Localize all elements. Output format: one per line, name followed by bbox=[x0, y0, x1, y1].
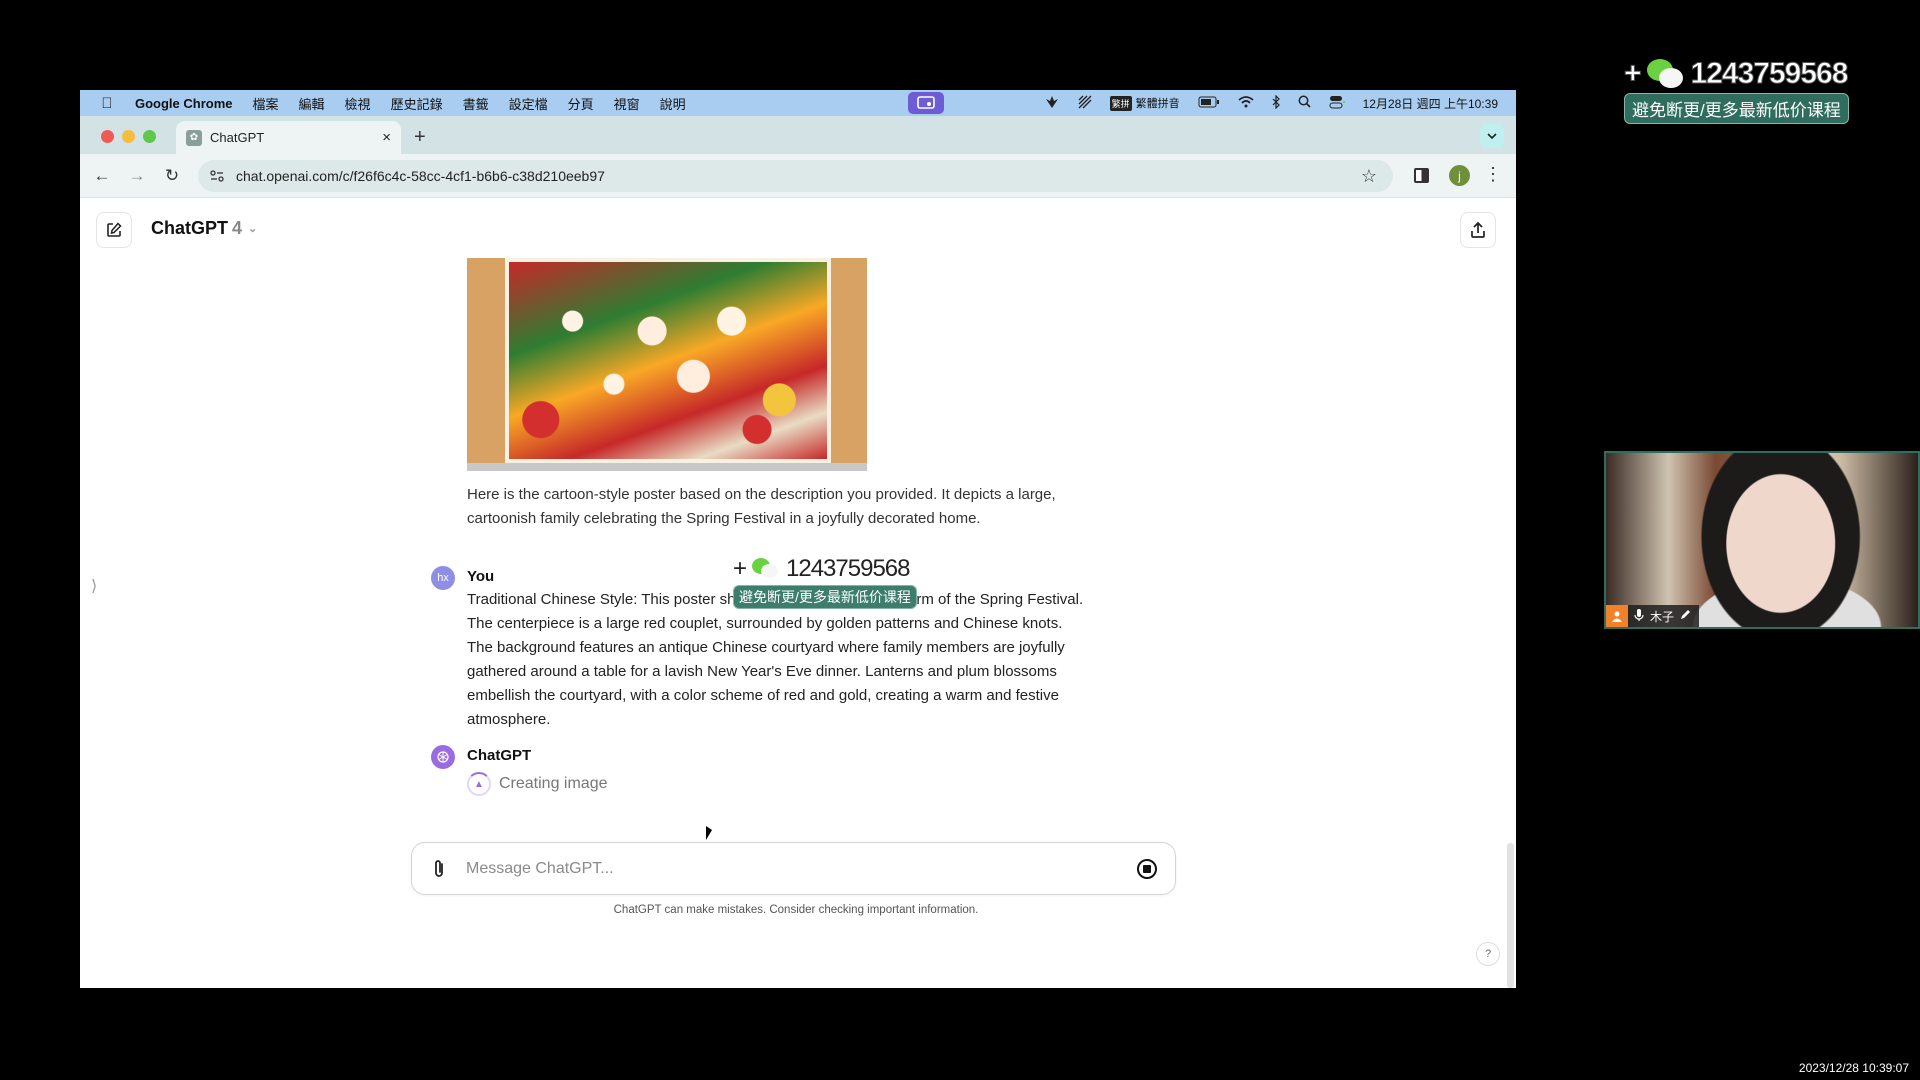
wifi-icon[interactable] bbox=[1238, 95, 1254, 111]
control-center-icon[interactable] bbox=[1329, 95, 1345, 112]
profile-avatar[interactable]: j bbox=[1449, 165, 1470, 186]
tab-title: ChatGPT bbox=[210, 130, 265, 145]
watermark-badge: 避免断更/更多最新低价课程 bbox=[1624, 93, 1849, 124]
input-method-label: 繁體拼音 bbox=[1135, 98, 1180, 110]
tab-search-button[interactable] bbox=[1480, 124, 1504, 148]
openai-favicon-icon: ✿ bbox=[186, 129, 202, 146]
recording-timestamp: 2023/12/28 10:39:07 bbox=[1798, 1061, 1909, 1075]
user-icon bbox=[1606, 605, 1628, 627]
webcam-user-name: 木子 bbox=[1650, 609, 1675, 624]
macos-menu-bar:  Google Chrome 檔案 編輯 檢視 歷史記錄 書籤 設定檔 分頁 … bbox=[80, 90, 1516, 116]
forward-button[interactable]: → bbox=[125, 164, 149, 188]
disclaimer-text: ChatGPT can make mistakes. Consider chec… bbox=[613, 904, 979, 916]
close-tab-icon[interactable]: × bbox=[382, 129, 391, 146]
new-chat-button[interactable] bbox=[96, 212, 132, 248]
stop-generating-button[interactable] bbox=[1137, 859, 1157, 879]
bookmark-star-icon[interactable]: ☆ bbox=[1361, 166, 1377, 187]
microphone-icon bbox=[1634, 608, 1644, 625]
image-generation-spinner-icon: ▲ bbox=[467, 772, 491, 796]
plus-icon: + bbox=[1624, 57, 1642, 91]
status-app-icon[interactable] bbox=[1044, 95, 1060, 112]
paperclip-attach-icon[interactable] bbox=[428, 857, 450, 881]
back-button[interactable]: ← bbox=[90, 164, 114, 188]
window-controls bbox=[101, 130, 156, 143]
menu-edit[interactable]: 編輯 bbox=[299, 94, 325, 113]
menu-help[interactable]: 說明 bbox=[660, 94, 686, 113]
screen-share-icon[interactable] bbox=[908, 92, 944, 114]
tab-chatgpt[interactable]: ✿ ChatGPT × bbox=[176, 121, 401, 154]
menu-bookmarks[interactable]: 書籤 bbox=[463, 94, 489, 113]
menu-bar-clock[interactable]: 12月28日 週四 上午10:39 bbox=[1363, 95, 1498, 112]
input-method-indicator[interactable]: 繁拼 繁體拼音 bbox=[1109, 95, 1180, 111]
webcam-feed: 木子 bbox=[1604, 451, 1920, 629]
menu-window[interactable]: 視窗 bbox=[614, 94, 640, 113]
poster-floor bbox=[467, 463, 867, 471]
menu-profiles[interactable]: 設定檔 bbox=[509, 94, 548, 113]
user-avatar: hx bbox=[431, 566, 455, 590]
browser-tab-strip: ✿ ChatGPT × + bbox=[80, 116, 1516, 154]
pencil-icon bbox=[1680, 609, 1691, 623]
assistant-reply-text: Here is the cartoon-style poster based o… bbox=[467, 486, 1056, 527]
chatgpt-author-label: ChatGPT bbox=[467, 747, 532, 764]
poster-artwork bbox=[509, 262, 827, 459]
page-scrollbar[interactable] bbox=[1507, 843, 1514, 988]
help-button[interactable]: ? bbox=[1476, 942, 1500, 966]
webcam-nameplate: 木子 bbox=[1606, 605, 1700, 627]
watermark-center: + 1243759568 避免断更/更多最新低价课程 bbox=[733, 555, 917, 609]
share-button[interactable] bbox=[1460, 212, 1496, 248]
apple-menu-icon[interactable]:  bbox=[99, 95, 115, 112]
url-text[interactable]: chat.openai.com/c/f26f6c4c-58cc-4cf1-b6b… bbox=[236, 168, 605, 184]
maximize-window-button[interactable] bbox=[143, 130, 156, 143]
poster-frame bbox=[505, 258, 831, 463]
message-composer bbox=[411, 842, 1176, 895]
side-panel-icon[interactable] bbox=[1414, 168, 1429, 183]
bluetooth-icon[interactable] bbox=[1272, 94, 1280, 112]
status-text: Creating image bbox=[499, 775, 608, 792]
watermark-top-right: + 1243759568 避免断更/更多最新低价课程 bbox=[1624, 57, 1869, 124]
menu-tab[interactable]: 分頁 bbox=[568, 94, 594, 113]
model-selector[interactable]: ChatGPT 4 ⌄ bbox=[151, 218, 257, 239]
minimize-window-button[interactable] bbox=[122, 130, 135, 143]
mouse-cursor bbox=[706, 826, 712, 840]
watermark-number: 1243759568 bbox=[786, 555, 910, 582]
new-tab-button[interactable]: + bbox=[414, 126, 426, 149]
watermark-badge: 避免断更/更多最新低价课程 bbox=[733, 585, 917, 609]
screen-recording:  Google Chrome 檔案 編輯 檢視 歷史記錄 書籤 設定檔 分頁 … bbox=[80, 90, 1516, 988]
plus-icon: + bbox=[733, 555, 747, 582]
model-version: 4 bbox=[232, 218, 243, 238]
site-info-icon[interactable] bbox=[206, 165, 228, 187]
watermark-number: 1243759568 bbox=[1690, 57, 1849, 91]
user-author-label: You bbox=[467, 568, 495, 585]
chatgpt-avatar-icon bbox=[431, 745, 455, 769]
close-window-button[interactable] bbox=[101, 130, 114, 143]
sidebar-toggle-handle[interactable]: ⟩ bbox=[91, 576, 99, 596]
user-message-text: Traditional Chinese Style: This poster s… bbox=[467, 591, 1084, 728]
menu-app-name[interactable]: Google Chrome bbox=[135, 96, 233, 111]
browser-toolbar: ← → ↻ chat.openai.com/c/f26f6c4c-58cc-4c… bbox=[80, 154, 1516, 198]
spotlight-search-icon[interactable] bbox=[1298, 95, 1311, 111]
creating-image-status: ▲ Creating image bbox=[467, 772, 608, 796]
reload-button[interactable]: ↻ bbox=[160, 164, 184, 188]
wechat-icon bbox=[752, 558, 780, 580]
model-name: ChatGPT bbox=[151, 218, 229, 238]
share-icon bbox=[1471, 221, 1485, 238]
generated-poster-image[interactable] bbox=[467, 258, 867, 471]
menu-file[interactable]: 檔案 bbox=[253, 94, 279, 113]
status-stripes-icon[interactable] bbox=[1078, 95, 1092, 112]
message-input[interactable] bbox=[466, 855, 1106, 883]
address-bar[interactable]: chat.openai.com/c/f26f6c4c-58cc-4cf1-b6b… bbox=[198, 160, 1393, 192]
chevron-down-icon: ⌄ bbox=[248, 223, 258, 235]
stop-icon bbox=[1143, 865, 1151, 873]
menu-history[interactable]: 歷史記錄 bbox=[391, 94, 443, 113]
menu-view[interactable]: 檢視 bbox=[345, 94, 371, 113]
chrome-menu-icon[interactable]: ⋮ bbox=[1484, 164, 1502, 185]
input-method-badge: 繁拼 bbox=[1109, 95, 1132, 111]
battery-icon[interactable] bbox=[1198, 96, 1220, 111]
wechat-icon bbox=[1646, 59, 1685, 89]
edit-icon bbox=[107, 222, 122, 237]
